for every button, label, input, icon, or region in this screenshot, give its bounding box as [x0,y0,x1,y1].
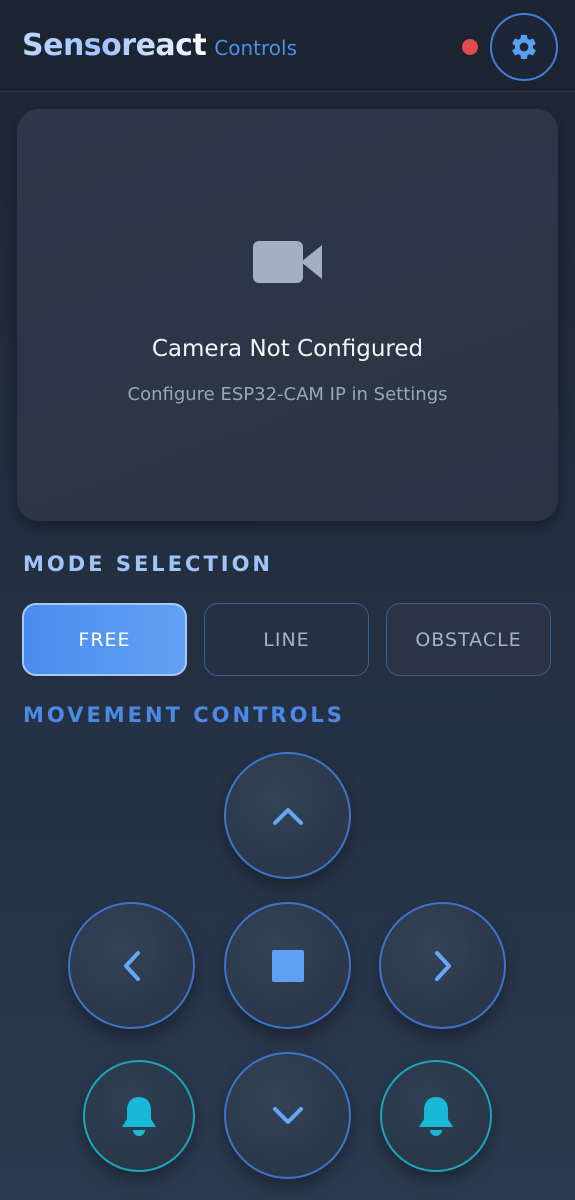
stop-button[interactable] [224,902,351,1029]
horn-left-button[interactable] [83,1060,195,1172]
bell-icon [419,1097,453,1136]
brand-subtitle: Controls [214,36,298,60]
mode-free-button[interactable]: FREE [22,603,187,676]
brand: Sensoreact Controls [22,28,297,63]
mode-selection-title: MODE SELECTION [23,552,274,576]
camera-panel [17,109,558,521]
move-forward-button[interactable] [224,752,351,879]
brand-name: Sensoreact [22,28,207,63]
camera-status-message: Configure ESP32-CAM IP in Settings [127,384,448,405]
camera-status-title: Camera Not Configured [151,336,424,362]
mode-line-button[interactable]: LINE [204,603,369,676]
chevron-right-icon [434,950,451,981]
move-right-button[interactable] [379,902,506,1029]
chevron-left-icon [123,950,140,981]
mode-obstacle-button[interactable]: OBSTACLE [386,603,551,676]
horn-right-button[interactable] [380,1060,492,1172]
chevron-down-icon [272,1106,303,1124]
bell-icon [122,1097,156,1136]
move-backward-button[interactable] [224,1052,351,1179]
connection-status-dot [462,39,478,55]
move-left-button[interactable] [68,902,195,1029]
gear-icon [512,34,536,59]
movement-controls-title: MOVEMENT CONTROLS [23,703,345,727]
video-camera-icon [253,241,322,283]
app-header: Sensoreact Controls [0,0,575,92]
stop-icon [271,949,304,982]
settings-button[interactable] [490,13,558,81]
chevron-up-icon [272,807,303,825]
